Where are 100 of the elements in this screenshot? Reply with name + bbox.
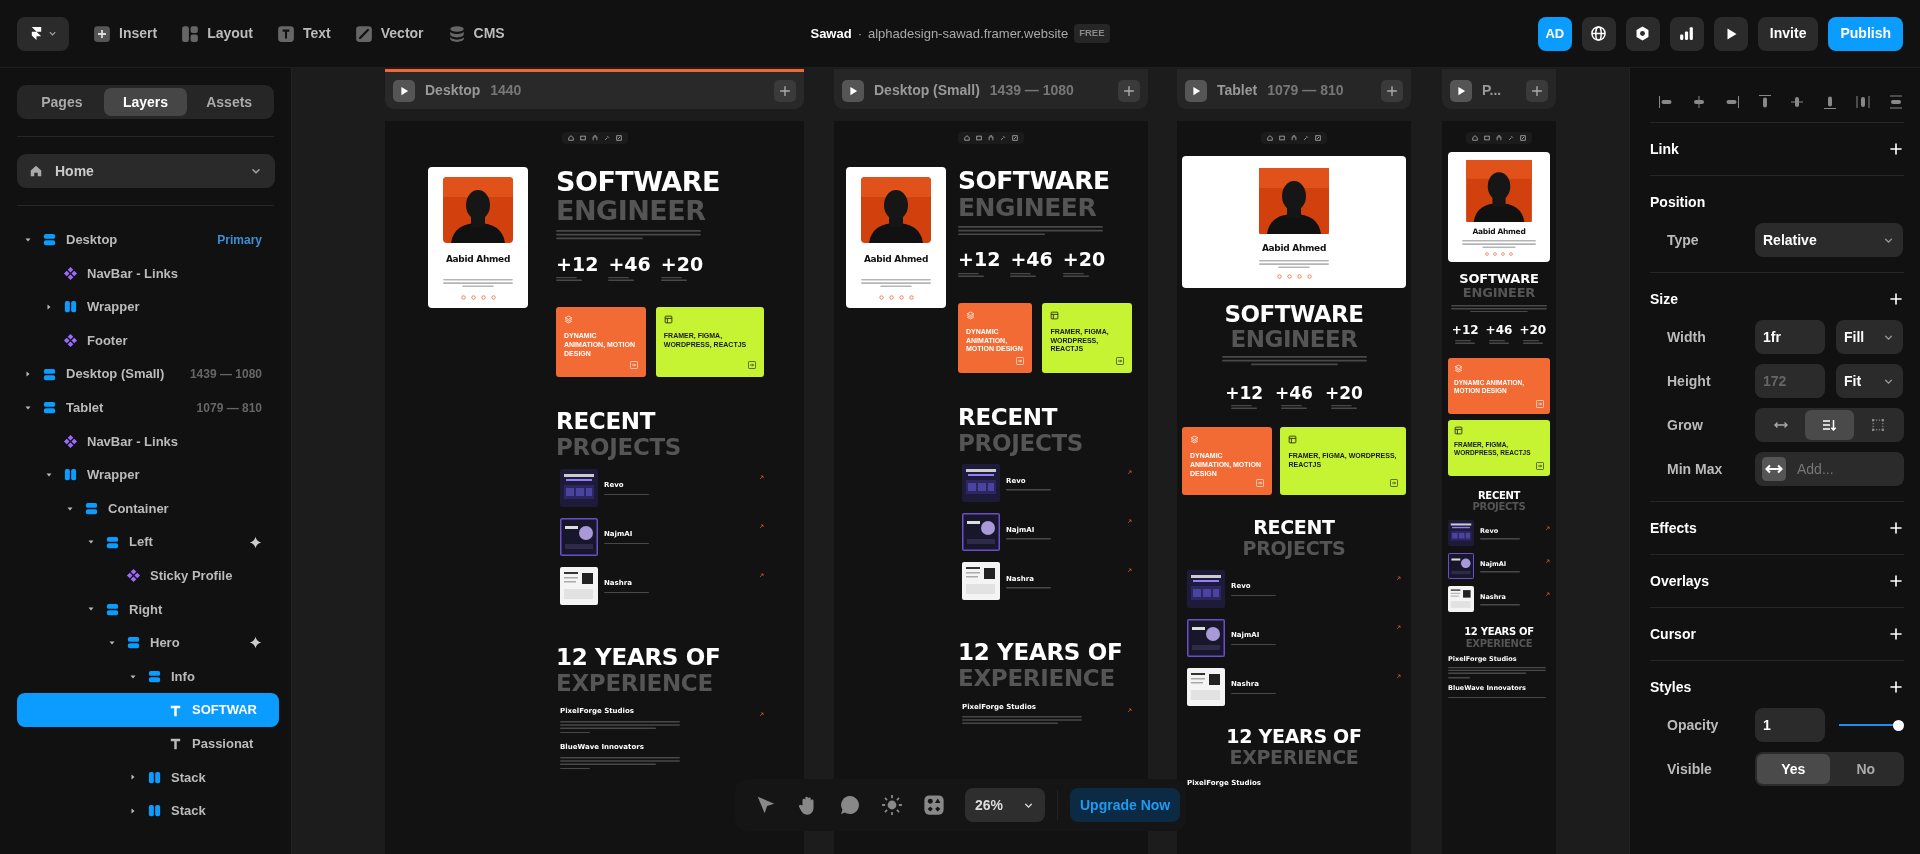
add-breakpoint-button[interactable] [1526, 79, 1548, 102]
frame-icon [42, 232, 57, 248]
text-lines-drawing [1259, 259, 1329, 268]
width-mode-select[interactable]: Fill [1836, 320, 1903, 354]
layout-icon [1288, 435, 1298, 445]
add-button[interactable] [1888, 291, 1904, 307]
grow-option[interactable] [1805, 410, 1854, 440]
text-lines-drawing [1231, 692, 1276, 695]
shapes-icon[interactable] [923, 794, 945, 816]
globe-button[interactable] [1581, 16, 1616, 51]
add-button[interactable] [1888, 520, 1904, 536]
layer-row[interactable]: Sticky Profile [17, 558, 279, 593]
layer-row[interactable]: Info [17, 659, 279, 694]
width-field[interactable]: 1fr [1755, 320, 1825, 354]
text-lines-drawing [958, 273, 984, 277]
sun-icon[interactable] [881, 794, 903, 816]
opacity-slider[interactable] [1839, 718, 1904, 732]
frame-icon [105, 534, 120, 550]
text-lines-drawing [1010, 273, 1037, 277]
position-select[interactable]: Relative [1755, 223, 1903, 257]
stack-icon [63, 299, 78, 315]
align-left-icon[interactable] [1658, 94, 1674, 110]
visibility-option[interactable]: Yes [1757, 754, 1830, 784]
opacity-field[interactable]: 1 [1755, 708, 1825, 742]
page-select[interactable]: Home [17, 154, 275, 188]
distribute-horizontal-icon[interactable] [1855, 94, 1872, 110]
toolbar-button[interactable]: Vector [354, 23, 424, 44]
align-top-icon[interactable] [1756, 94, 1773, 110]
layer-row[interactable]: Container [17, 491, 279, 526]
nav-icon [988, 135, 994, 141]
slider-thumb[interactable] [1893, 719, 1904, 731]
plus-icon [1888, 141, 1904, 157]
text-lines-drawing [1231, 594, 1276, 597]
logo-menu-button[interactable] [17, 16, 69, 51]
layer-row[interactable]: Tablet 1079 — 810 [17, 390, 279, 425]
min-max-field[interactable]: Add... [1793, 452, 1904, 486]
layer-row[interactable]: Stack [17, 794, 279, 828]
layer-row[interactable]: Hero [17, 626, 279, 660]
toolbar-button[interactable]: Layout [181, 23, 253, 44]
layers-icon [1190, 435, 1199, 445]
upgrade-button[interactable]: Upgrade Now [1070, 788, 1181, 822]
height-mode-select[interactable]: Fit [1836, 364, 1903, 398]
text-lines-drawing [1006, 587, 1051, 589]
stat-value: +12 [1225, 383, 1264, 403]
align-bottom-icon[interactable] [1822, 94, 1839, 110]
preview-button[interactable] [1450, 79, 1472, 102]
toolbar-button[interactable]: CMS [447, 23, 505, 44]
nav-icon [603, 135, 610, 141]
align-middle-icon[interactable] [1789, 94, 1806, 110]
layer-row[interactable]: Left [17, 525, 279, 559]
text-lines-drawing [560, 731, 590, 734]
property-label: Opacity [1666, 715, 1720, 735]
add-breakpoint-button[interactable] [774, 79, 796, 102]
toolbar-button[interactable]: Insert [93, 23, 158, 44]
add-button[interactable] [1888, 141, 1904, 157]
add-button[interactable] [1888, 626, 1904, 642]
preview-button[interactable] [393, 79, 415, 102]
stat-value: +46 [1010, 249, 1053, 271]
height-field[interactable]: 172 [1755, 364, 1825, 398]
layer-row[interactable]: Footer [17, 323, 279, 358]
comment-icon[interactable] [839, 794, 861, 816]
visibility-option[interactable]: No [1829, 754, 1902, 784]
stack-icon [147, 769, 162, 785]
invite-button[interactable]: Invite [1757, 16, 1819, 51]
layout-icon [181, 24, 200, 43]
text-lines-drawing [1062, 273, 1089, 277]
add-button[interactable] [1888, 679, 1904, 695]
nav-icon [1520, 135, 1526, 141]
layer-row[interactable]: Stack [17, 760, 279, 795]
layer-row[interactable]: Passionat [17, 726, 279, 761]
zoom-select[interactable]: 26% [965, 788, 1045, 822]
text-lines-drawing [1480, 571, 1520, 573]
analytics-button[interactable] [1669, 16, 1704, 51]
panel-tab[interactable]: Layers [103, 88, 188, 116]
preview-button[interactable] [1185, 79, 1207, 102]
add-breakpoint-button[interactable] [1118, 79, 1140, 102]
panel-tab[interactable]: Pages [20, 88, 104, 116]
layer-row[interactable]: NavBar - Links [17, 424, 279, 459]
preview-button[interactable] [1713, 16, 1748, 51]
settings-button[interactable] [1625, 16, 1660, 51]
frame-label: Desktop (Small) [874, 81, 980, 100]
add-breakpoint-button[interactable] [1381, 79, 1403, 102]
section-heading: 12 YEARS OF [556, 644, 722, 671]
min-max-toggle[interactable] [1755, 452, 1793, 486]
plus-icon [1888, 291, 1904, 307]
add-button[interactable] [1888, 573, 1904, 589]
text-lines-drawing [604, 493, 649, 496]
cursor-icon[interactable] [755, 794, 777, 816]
toolbar-button[interactable]: Text [277, 23, 331, 44]
panel-tab[interactable]: Assets [187, 88, 271, 116]
frame-icon [42, 400, 57, 416]
layer-row[interactable]: Desktop Primary [17, 223, 279, 257]
layer-row[interactable]: Desktop (Small) 1439 — 1080 [17, 357, 279, 391]
distribute-vertical-icon[interactable] [1887, 94, 1904, 110]
preview-button[interactable] [842, 79, 864, 102]
layer-row[interactable]: Right [17, 592, 279, 627]
layer-row[interactable]: Wrapper [17, 458, 279, 492]
stat-value: +20 [1062, 249, 1106, 271]
layer-row[interactable]: Wrapper [17, 290, 279, 324]
layer-row[interactable]: NavBar - Links [17, 256, 279, 291]
